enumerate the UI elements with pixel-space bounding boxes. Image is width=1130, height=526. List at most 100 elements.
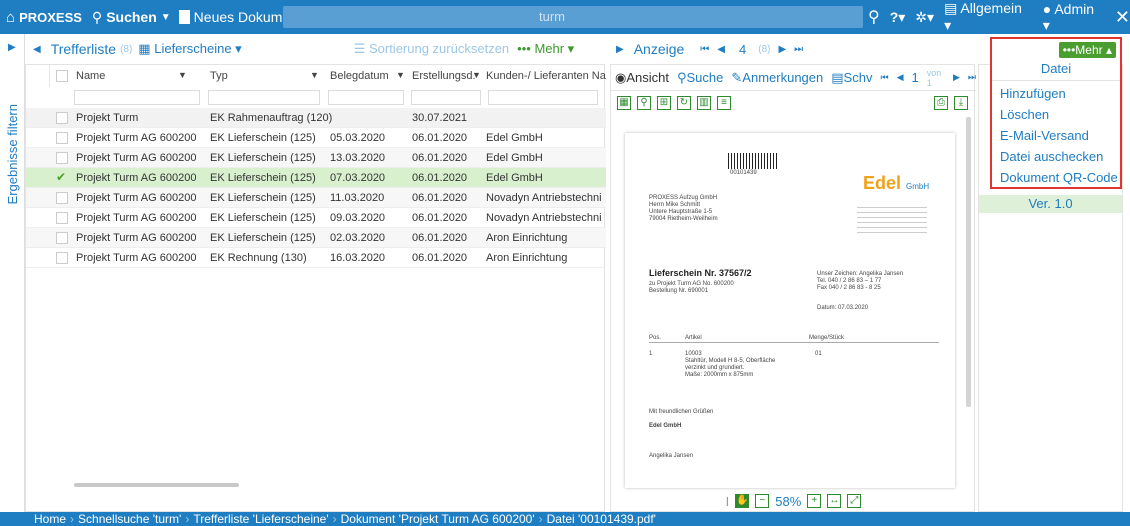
row-checkbox[interactable] xyxy=(56,112,68,124)
search-menu-button[interactable]: ⚲ Suchen ▼ xyxy=(92,9,171,26)
filter-kunde-input[interactable] xyxy=(488,90,598,105)
menu-item-hinzufuegen[interactable]: Hinzufügen xyxy=(992,83,1120,104)
ref-project: zu Projekt Turm AG No. 600200 xyxy=(649,281,734,287)
expand-viewer-icon[interactable]: ▶ xyxy=(616,44,624,55)
column-header-type[interactable]: Typ xyxy=(210,70,228,82)
quick-search-input[interactable]: turm xyxy=(283,6,863,28)
filter-strip[interactable]: ▶ Ergebnisse filtern xyxy=(0,34,25,512)
settings-icon[interactable]: ✲▾ xyxy=(915,9,934,26)
fit-page-icon[interactable]: ⊞ xyxy=(657,96,671,110)
sign-fax: Fax 040 / 2 86 83 - 8 25 xyxy=(817,285,881,291)
results-more-button[interactable]: ••• Mehr ▾ xyxy=(517,41,574,57)
logo-text: Edel xyxy=(863,173,902,193)
filter-belegdatum-input[interactable] xyxy=(328,90,404,105)
row-checkbox[interactable] xyxy=(56,132,68,144)
expand-arrow-icon[interactable]: ▶ xyxy=(8,42,16,53)
print-icon[interactable]: ⎙ xyxy=(934,96,948,110)
table-row[interactable]: Projekt Turm AG 600200 EK Lieferschein (… xyxy=(26,208,606,228)
filter-type-input[interactable] xyxy=(208,90,320,105)
menu-item-loeschen[interactable]: Löschen xyxy=(992,104,1120,125)
menu-item-datei-auschecken[interactable]: Datei auschecken xyxy=(992,146,1120,167)
breadcrumb-document[interactable]: Dokument 'Projekt Turm AG 600200' xyxy=(341,512,535,526)
zoom-out-icon[interactable]: − xyxy=(755,494,770,508)
table-row[interactable]: Projekt Turm AG 600200 EK Lieferschein (… xyxy=(26,128,606,148)
workspace-menu[interactable]: ▤ Allgemein ▾ xyxy=(944,0,1033,34)
row-checkbox[interactable] xyxy=(56,192,68,204)
home-button[interactable]: ⌂ PROXESS xyxy=(6,9,82,26)
row-checkbox[interactable] xyxy=(56,232,68,244)
thumbnails-icon[interactable]: ▦ xyxy=(617,96,631,110)
table-row-selected[interactable]: ✔ Projekt Turm AG 600200 EK Lieferschein… xyxy=(26,168,606,188)
filter-icon[interactable]: ▼ xyxy=(178,70,187,80)
more-menu-button[interactable]: •••Mehr ▴ xyxy=(1058,42,1116,58)
filter-icon[interactable]: ▼ xyxy=(472,70,481,80)
horizontal-scrollbar[interactable] xyxy=(74,483,239,487)
column-header-kunde[interactable]: Kunden-/ Lieferanten Na xyxy=(486,70,606,82)
column-header-name[interactable]: Name xyxy=(76,70,105,82)
menu-item-email-versand[interactable]: E-Mail-Versand xyxy=(992,125,1120,146)
filter-erstellungsdatum-input[interactable] xyxy=(411,90,481,105)
first-page-icon[interactable]: ⏮ xyxy=(700,44,709,55)
next-page-icon[interactable]: ▶ xyxy=(778,44,786,55)
help-icon[interactable]: ?▾ xyxy=(890,9,906,26)
tab-schv[interactable]: ▤Schv xyxy=(831,70,872,86)
cell-name: Projekt Turm AG 600200 xyxy=(76,212,197,224)
tab-ansicht[interactable]: ◉Ansicht xyxy=(615,70,669,86)
cell-kunde: Edel GmbH xyxy=(486,172,543,184)
results-header: ◀ Trefferliste (8) ▦ Lieferscheine ▾ ☰ S… xyxy=(25,34,605,64)
text-cursor-icon[interactable]: I xyxy=(726,494,730,509)
doc-next-icon[interactable]: ▶ xyxy=(953,72,960,83)
cell-erstellungsdatum: 06.01.2020 xyxy=(412,212,468,224)
collapse-left-icon[interactable]: ◀ xyxy=(33,44,41,55)
zoom-in-icon[interactable]: + xyxy=(807,494,822,508)
chevron-down-icon: ▼ xyxy=(160,11,171,23)
table-row[interactable]: Projekt Turm AG 600200 EK Lieferschein (… xyxy=(26,188,606,208)
rotate-icon[interactable]: ↻ xyxy=(677,96,691,110)
results-title: Trefferliste xyxy=(50,41,117,57)
zoom-search-icon[interactable]: ⚲ xyxy=(637,96,651,110)
table-row[interactable]: Projekt Turm EK Rahmenauftrag (120) 30.0… xyxy=(26,108,606,128)
check-icon[interactable]: ✔ xyxy=(56,170,68,184)
row-checkbox[interactable] xyxy=(56,212,68,224)
user-menu[interactable]: ● Admin ▾ xyxy=(1043,1,1105,34)
doc-first-icon[interactable]: ⏮ xyxy=(880,72,888,83)
pan-hand-icon[interactable]: ✋ xyxy=(735,494,750,508)
table-row[interactable]: Projekt Turm AG 600200 EK Lieferschein (… xyxy=(26,228,606,248)
tab-suche[interactable]: ⚲Suche xyxy=(677,70,723,86)
prev-page-icon[interactable]: ◀ xyxy=(717,44,725,55)
row-checkbox[interactable] xyxy=(56,152,68,164)
cell-erstellungsdatum: 30.07.2021 xyxy=(412,112,468,124)
download-icon[interactable]: ⤓ xyxy=(954,96,968,110)
breadcrumb-quicksearch[interactable]: Schnellsuche 'turm' xyxy=(78,512,181,526)
barcode-icon[interactable]: ▥ xyxy=(697,96,711,110)
column-header-belegdatum[interactable]: Belegdatum xyxy=(330,70,389,82)
fit-width-icon[interactable]: ↔ xyxy=(827,494,842,508)
search-submit-icon[interactable]: ⚲ xyxy=(868,7,880,27)
breadcrumb-resultlist[interactable]: Trefferliste 'Lieferscheine' xyxy=(193,512,328,526)
doc-prev-icon[interactable]: ◀ xyxy=(897,72,904,83)
reset-sort-button[interactable]: ☰ Sortierung zurücksetzen xyxy=(354,41,509,57)
view-selector[interactable]: ▦ Lieferscheine ▾ xyxy=(138,41,241,57)
column-header-erstellungsdatum[interactable]: Erstellungsd. xyxy=(412,70,476,82)
doc-last-icon[interactable]: ⏭ xyxy=(968,72,976,83)
breadcrumb-separator-icon: › xyxy=(538,512,543,526)
row-checkbox[interactable] xyxy=(56,252,68,264)
tab-anmerkungen[interactable]: ✎Anmerkungen xyxy=(731,70,823,86)
version-badge[interactable]: Ver. 1.0 xyxy=(979,195,1122,213)
filter-icon[interactable]: ▼ xyxy=(310,70,319,80)
filter-name-input[interactable] xyxy=(74,90,200,105)
address-city: 79004 Rietheim-Weilheim xyxy=(649,216,718,222)
fullscreen-icon[interactable]: ⤢ xyxy=(847,494,862,508)
select-all-checkbox[interactable] xyxy=(56,70,68,82)
table-row[interactable]: Projekt Turm AG 600200 EK Lieferschein (… xyxy=(26,148,606,168)
layers-icon[interactable]: ≡ xyxy=(717,96,731,110)
greeting: Mit freundlichen Grüßen xyxy=(649,409,714,415)
last-page-icon[interactable]: ⏭ xyxy=(794,44,803,55)
pos-header: Pos. Artikel Menge/Stück xyxy=(649,335,939,343)
cell-type: EK Rechnung (130) xyxy=(210,252,307,264)
filter-icon[interactable]: ▼ xyxy=(396,70,405,80)
viewer-scrollbar[interactable] xyxy=(966,117,971,407)
breadcrumb-home[interactable]: Home xyxy=(34,512,66,526)
menu-item-qr-code[interactable]: Dokument QR-Code xyxy=(992,167,1120,188)
table-row[interactable]: Projekt Turm AG 600200 EK Rechnung (130)… xyxy=(26,248,606,268)
